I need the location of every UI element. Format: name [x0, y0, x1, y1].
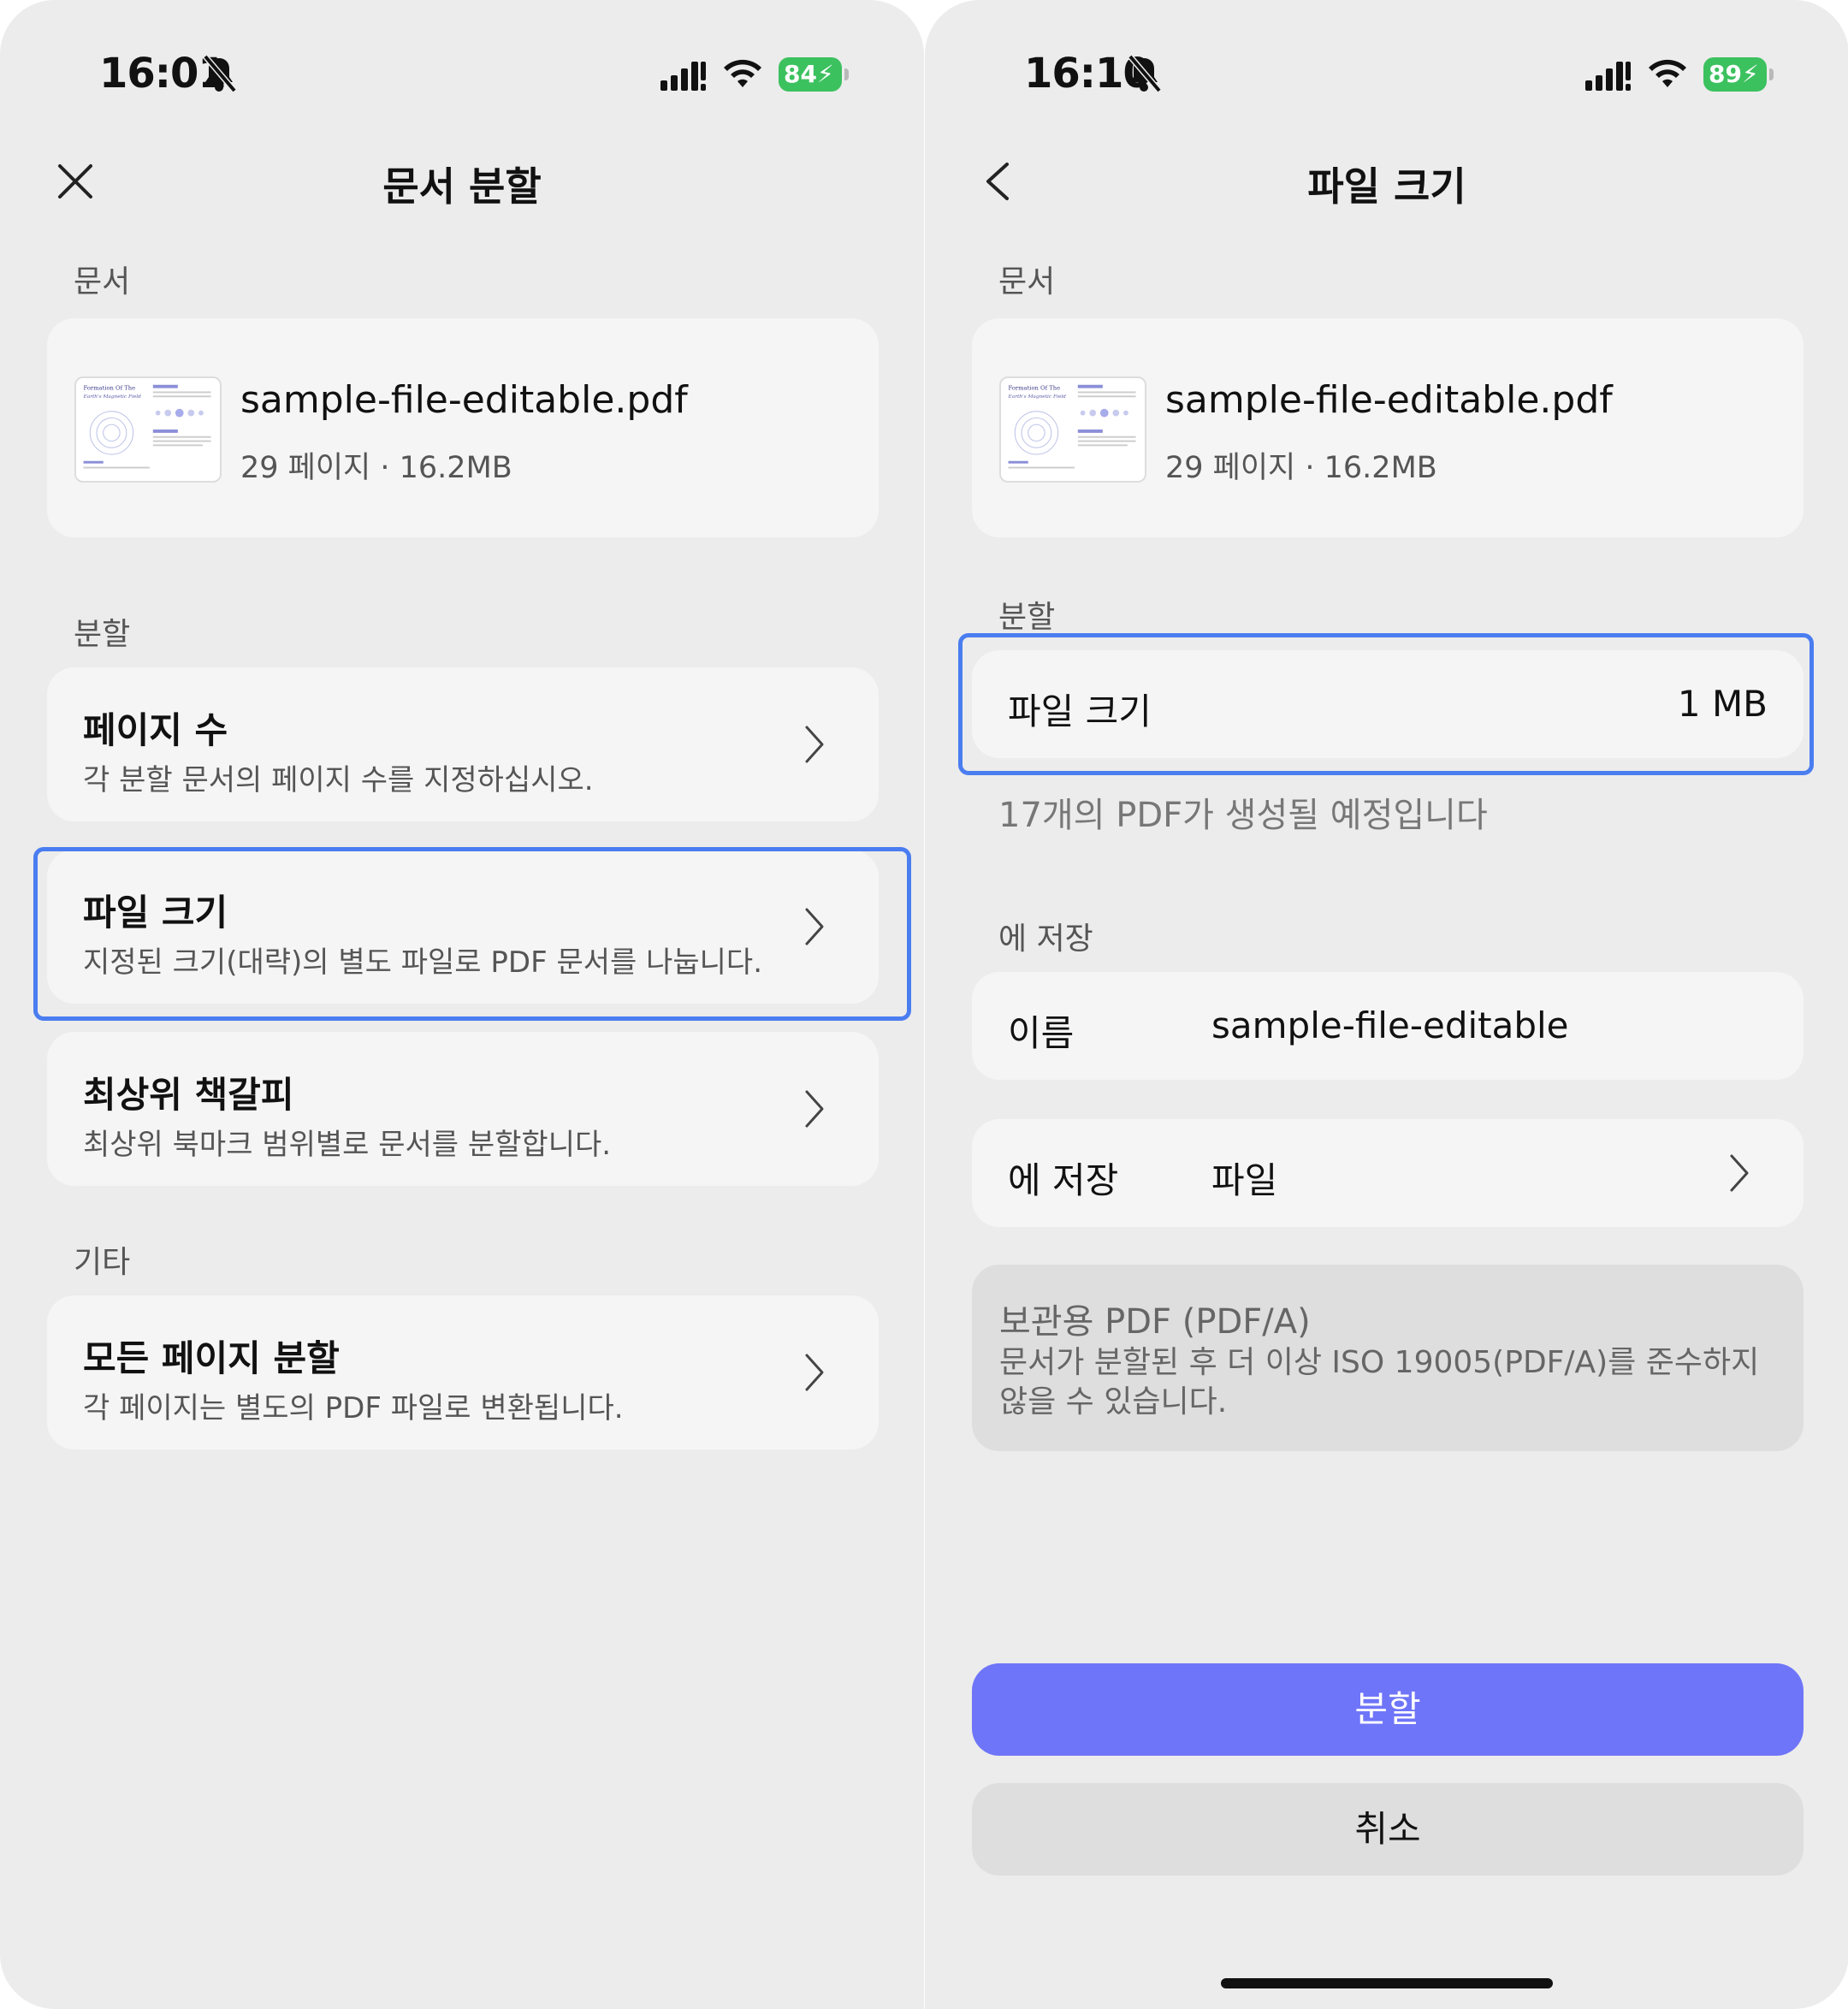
section-label-split: 분할 [998, 600, 1056, 635]
option-desc: 지정된 크기(대략)의 별도 파일로 PDF 문서를 나눕니다. [83, 945, 763, 980]
thumb-title-line1: Formation Of The [84, 385, 136, 392]
file-size-label: 파일 크기 [1008, 690, 1152, 732]
section-label-save: 에 저장 [998, 922, 1093, 957]
document-thumbnail: Formation Of The Earth's Magnetic Field [999, 376, 1146, 483]
archive-title: 보관용 PDF (PDF/A) [999, 1302, 1311, 1342]
option-desc: 최상위 북마크 범위별로 문서를 분할합니다. [83, 1128, 612, 1162]
chevron-right-icon [797, 903, 831, 951]
document-name: sample-file-editable.pdf [1165, 378, 1613, 422]
name-field[interactable]: sample-file-editable [1211, 1004, 1569, 1046]
cellular-signal-icon [659, 58, 707, 92]
battery-level: 84 [784, 60, 817, 88]
cancel-button[interactable]: 취소 [972, 1783, 1804, 1876]
thumb-title-line2: Earth's Magnetic Field [83, 394, 142, 400]
file-size-row[interactable]: 파일 크기 1 MB [972, 650, 1804, 758]
option-title: 파일 크기 [83, 892, 228, 933]
pdf-count-note: 17개의 PDF가 생성될 예정입니다 [998, 796, 1488, 835]
option-split-all-pages[interactable]: 모든 페이지 분할 각 페이지는 별도의 PDF 파일로 변환됩니다. [47, 1295, 879, 1449]
status-bar: 16:01 84⚡ [0, 0, 924, 154]
section-label-document: 문서 [998, 264, 1056, 299]
archive-pdfa-card: 보관용 PDF (PDF/A) 문서가 분할된 후 더 이상 ISO 19005… [972, 1265, 1804, 1451]
save-location-value: 파일 [1211, 1159, 1278, 1201]
file-size-screen: 16:10 89⚡ 파일 크기 문서 Formation Of The Eart… [925, 0, 1848, 2009]
section-label-other: 기타 [74, 1245, 131, 1280]
option-file-size[interactable]: 파일 크기 지정된 크기(대략)의 별도 파일로 PDF 문서를 나눕니다. [47, 850, 879, 1004]
option-desc: 각 페이지는 별도의 PDF 파일로 변환됩니다. [83, 1391, 624, 1425]
document-thumbnail: Formation Of The Earth's Magnetic Field [74, 376, 222, 483]
battery-charging-icon: 89⚡ [1703, 57, 1774, 92]
option-title: 페이지 수 [83, 709, 228, 751]
charging-bolt-icon: ⚡ [816, 60, 834, 88]
option-desc: 각 분할 문서의 페이지 수를 지정하십시오. [83, 763, 594, 797]
document-name: sample-file-editable.pdf [240, 378, 688, 422]
document-meta: 29 페이지 · 16.2MB [1165, 451, 1437, 485]
section-label-document: 문서 [74, 264, 131, 299]
option-page-count[interactable]: 페이지 수 각 분할 문서의 페이지 수를 지정하십시오. [47, 667, 879, 821]
archive-desc: 문서가 분할된 후 더 이상 ISO 19005(PDF/A)를 준수하지 않을… [999, 1345, 1760, 1419]
wifi-icon [720, 56, 765, 91]
battery-charging-icon: 84⚡ [779, 57, 849, 92]
document-card: Formation Of The Earth's Magnetic Field … [972, 318, 1804, 537]
chevron-right-icon [797, 1085, 831, 1133]
name-label: 이름 [1008, 1012, 1075, 1054]
save-location-row[interactable]: 에 저장 파일 [972, 1119, 1804, 1227]
chevron-right-icon [1721, 1149, 1756, 1197]
status-bar: 16:10 89⚡ [925, 0, 1848, 154]
nav-bar: 파일 크기 [925, 137, 1848, 222]
option-title: 모든 페이지 분할 [83, 1337, 340, 1379]
nav-bar: 문서 분할 [0, 137, 924, 222]
bell-slash-icon [1125, 53, 1163, 94]
chevron-right-icon [797, 720, 831, 768]
option-title: 최상위 책갈피 [83, 1074, 294, 1116]
page-title: 문서 분할 [382, 163, 542, 210]
page-title: 파일 크기 [1307, 163, 1466, 210]
home-indicator[interactable] [1221, 1978, 1553, 1988]
file-size-value[interactable]: 1 MB [1678, 683, 1768, 725]
battery-level: 89 [1709, 60, 1742, 88]
name-row[interactable]: 이름 sample-file-editable [972, 972, 1804, 1080]
cellular-signal-icon [1584, 58, 1632, 92]
split-button[interactable]: 분할 [972, 1663, 1804, 1756]
bell-slash-icon [200, 53, 238, 94]
charging-bolt-icon: ⚡ [1741, 60, 1759, 88]
wifi-icon [1645, 56, 1690, 91]
thumb-title-line1: Formation Of The [1009, 385, 1061, 392]
section-label-split: 분할 [74, 617, 131, 652]
split-document-screen: 16:01 84⚡ 문서 분할 문서 Formation Of The Eart… [0, 0, 924, 2009]
option-top-bookmarks[interactable]: 최상위 책갈피 최상위 북마크 범위별로 문서를 분할합니다. [47, 1032, 879, 1186]
document-card: Formation Of The Earth's Magnetic Field … [47, 318, 879, 537]
thumb-title-line2: Earth's Magnetic Field [1008, 394, 1067, 400]
save-location-label: 에 저장 [1008, 1159, 1119, 1201]
chevron-right-icon [797, 1348, 831, 1396]
document-meta: 29 페이지 · 16.2MB [240, 451, 512, 485]
